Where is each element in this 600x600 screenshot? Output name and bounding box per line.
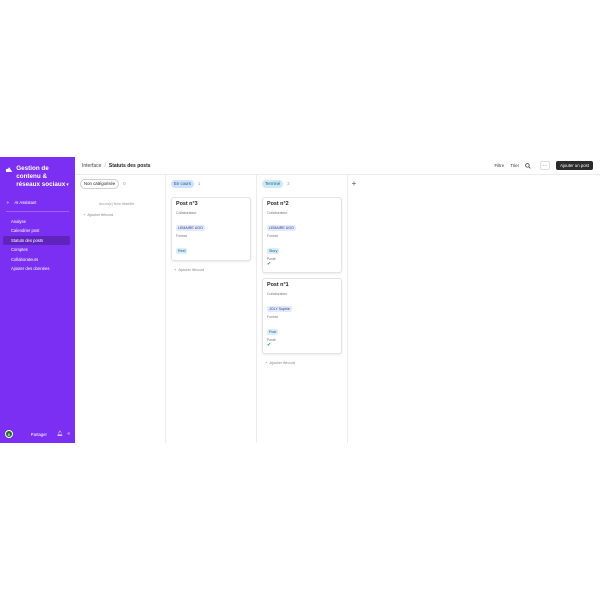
field-label-collaborator: Collaborateur	[267, 292, 288, 296]
app-logo-icon	[5, 167, 13, 173]
base-header[interactable]: Gestion de contenu & réseaux sociaux▾	[0, 157, 75, 189]
sidebar-divider	[6, 211, 69, 212]
add-record-button[interactable]: + Ajouter ifécord	[174, 267, 251, 272]
post-card[interactable]: Post n°1 Collaborateur JOLY Sophie Forma…	[262, 278, 342, 354]
column-header: Non catégorisée 0	[80, 175, 160, 192]
topbar: Interface / Statuts des posts Filtre Tri…	[75, 157, 600, 175]
column-count: 0	[123, 181, 126, 186]
field-label-collaborator: Collaborateur	[176, 211, 197, 215]
column-count: 1	[197, 181, 201, 186]
field-label-posted: Posté	[267, 338, 276, 342]
add-record-label: Ajouter ifécord	[269, 360, 296, 365]
sidebar-item-analyse[interactable]: Analyse	[3, 217, 70, 226]
status-pill: Non catégorisée	[80, 178, 120, 189]
sidebar-item-collaborateurs[interactable]: Collaborateurs	[3, 255, 70, 264]
collaborator-tag: LEMAIRE UGO	[267, 225, 296, 231]
kanban-column-uncategorized: Non catégorisée 0 Aucun(e) fiche détaill…	[75, 175, 166, 443]
checkmark-icon: ✔	[267, 342, 272, 348]
add-record-button[interactable]: + Ajouter ifécord	[83, 212, 160, 217]
kanban-column-in-progress: En cours 1 Post n°3 Collaborateur LEMAIR…	[166, 175, 257, 443]
sidebar: Gestion de contenu & réseaux sociaux▾ ✧ …	[0, 157, 75, 443]
add-record-label: Ajouter ifécord	[87, 212, 114, 217]
card-title: Post n°2	[267, 201, 289, 207]
collaborator-tag: LEMAIRE UGO	[176, 225, 205, 231]
checkmark-icon: ✔	[267, 261, 272, 267]
collaborator-tag: JOLY Sophie	[267, 306, 292, 312]
app-window: Gestion de contenu & réseaux sociaux▾ ✧ …	[0, 157, 600, 443]
sidebar-item-calendrier-post[interactable]: Calendrier post	[3, 226, 70, 235]
page-title: Statuts des posts	[108, 162, 151, 169]
sidebar-item-comptes[interactable]: Comptes	[3, 245, 70, 254]
kanban-board: Non catégorisée 0 Aucun(e) fiche détaill…	[75, 175, 600, 443]
card-title: Post n°3	[176, 201, 198, 207]
sort-button[interactable]: Trier	[510, 163, 519, 168]
column-header: Terminé 2	[262, 175, 342, 192]
field-label-collaborator: Collaborateur	[267, 211, 288, 215]
plus-icon: +	[174, 267, 177, 272]
breadcrumb-separator: /	[104, 162, 106, 169]
kanban-column-done: Terminé 2 Post n°2 Collaborateur LEMAIRE…	[257, 175, 348, 443]
post-card[interactable]: Post n°3 Collaborateur LEMAIRE UGO Forma…	[171, 197, 251, 261]
format-tag: Reel	[176, 248, 188, 254]
status-pill: En cours	[171, 179, 194, 188]
bell-icon[interactable]: 🔔︎	[57, 431, 63, 437]
empty-column-hint: Aucun(e) fiche détaillée	[99, 202, 135, 206]
sidebar-item-statuts-des-posts[interactable]: Statuts des posts	[3, 235, 70, 246]
sidebar-footer: B Partager 🔔︎ «	[0, 430, 75, 438]
column-count: 2	[287, 181, 290, 186]
more-options-button[interactable]: ···	[540, 161, 551, 170]
main-content: Interface / Statuts des posts Filtre Tri…	[75, 157, 600, 443]
add-column-button[interactable]: +	[348, 175, 360, 443]
column-header: En cours 1	[171, 175, 251, 192]
breadcrumb-root[interactable]: Interface	[82, 163, 101, 169]
share-button[interactable]: Partager	[31, 432, 47, 437]
format-tag: Post	[267, 329, 279, 335]
base-name: Gestion de contenu & réseaux sociaux▾	[16, 165, 69, 188]
plus-icon: +	[265, 360, 268, 365]
add-record-label: Ajouter ifécord	[178, 267, 205, 272]
field-label-format: Format	[267, 315, 278, 319]
add-post-button[interactable]: Ajouter un post	[556, 161, 593, 170]
status-pill: Terminé	[262, 179, 284, 188]
plus-icon: +	[83, 212, 86, 217]
ai-assistant-button[interactable]: ✧ AI Assistant	[0, 200, 75, 205]
add-record-button[interactable]: + Ajouter ifécord	[265, 360, 342, 365]
format-tag: Story	[267, 248, 280, 254]
card-title: Post n°1	[267, 282, 289, 288]
ai-assistant-label: AI Assistant	[14, 200, 37, 205]
collapse-sidebar-icon[interactable]: «	[67, 431, 70, 437]
sparkle-icon: ✧	[6, 200, 10, 205]
search-icon[interactable]	[525, 162, 531, 169]
post-card[interactable]: Post n°2 Collaborateur LEMAIRE UGO Forma…	[262, 197, 342, 273]
field-label-format: Format	[267, 234, 278, 238]
sidebar-item-ajouter-des-donnees[interactable]: Ajouter des données	[3, 264, 70, 273]
field-label-format: Format	[176, 234, 187, 238]
chevron-down-icon: ▾	[66, 182, 69, 188]
toolbar: Filtre Trier ··· Ajouter un post	[494, 161, 593, 170]
sidebar-nav: Analyse Calendrier post Statuts des post…	[0, 217, 75, 273]
avatar[interactable]: B	[5, 430, 13, 438]
field-label-posted: Posté	[267, 257, 276, 261]
filter-button[interactable]: Filtre	[494, 163, 504, 168]
